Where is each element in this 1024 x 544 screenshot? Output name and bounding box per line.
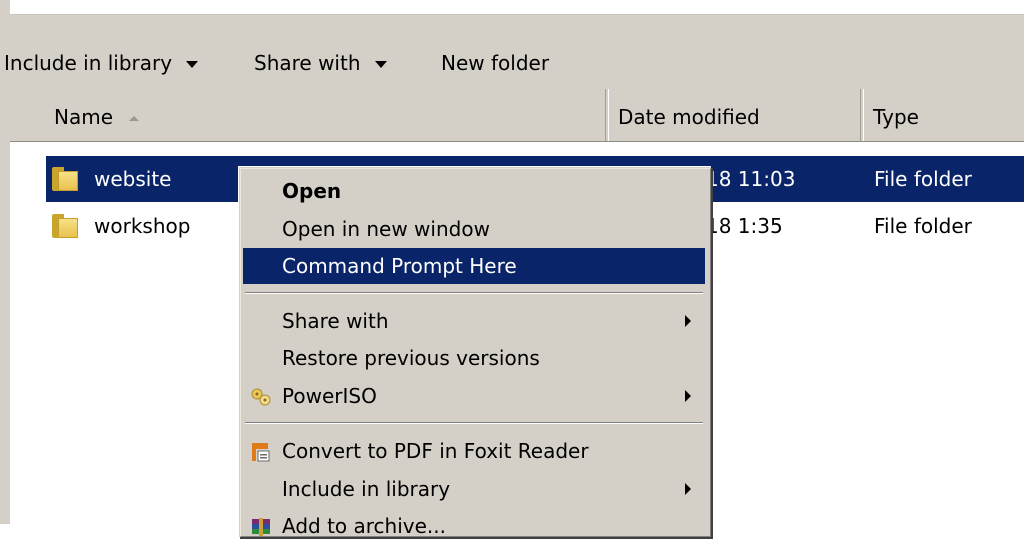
foxit-pdf-icon (252, 443, 270, 462)
menu-item-label: Include in library (282, 477, 451, 501)
new-folder-button[interactable]: New folder (441, 45, 549, 81)
submenu-arrow-icon (685, 390, 691, 402)
menu-item-add-to-archive[interactable]: Add to archive... (243, 508, 705, 544)
dropdown-arrow-icon (374, 61, 387, 68)
menu-item-open-new-window[interactable]: Open in new window (243, 211, 705, 247)
menu-item-label: Command Prompt Here (282, 254, 517, 278)
file-date-modified: 18 1:35 (706, 214, 783, 238)
menu-item-label: Share with (282, 309, 389, 333)
menu-separator (245, 292, 703, 294)
include-in-library-label: Include in library (4, 51, 173, 75)
menu-item-label: Add to archive... (282, 514, 446, 538)
dropdown-arrow-icon (186, 61, 199, 68)
menu-item-label: Open (282, 179, 342, 203)
share-with-button[interactable]: Share with (254, 45, 387, 81)
window-top-edge (0, 0, 1024, 14)
submenu-arrow-icon (685, 483, 691, 495)
command-bar: Include in library Share with New folder (4, 15, 1024, 89)
folder-icon (52, 167, 78, 191)
column-name-label: Name (54, 105, 114, 129)
winrar-archive-icon (252, 518, 270, 536)
menu-item-open[interactable]: Open (243, 173, 705, 209)
file-date-modified: 18 11:03 (706, 167, 796, 191)
menu-separator (245, 422, 703, 424)
column-date-modified[interactable]: Date modified (608, 89, 858, 141)
explorer-window: Include in library Share with New folder… (0, 0, 1024, 538)
menu-item-include-in-library[interactable]: Include in library (243, 471, 705, 507)
menu-item-label: PowerISO (282, 384, 377, 408)
folder-icon (52, 214, 78, 238)
file-type: File folder (874, 214, 972, 238)
menu-item-restore-previous-versions[interactable]: Restore previous versions (243, 340, 705, 376)
menu-item-convert-to-pdf[interactable]: Convert to PDF in Foxit Reader (243, 433, 705, 469)
context-menu: Open Open in new window Command Prompt H… (238, 166, 711, 538)
menu-item-share-with[interactable]: Share with (243, 303, 705, 339)
sort-ascending-icon (129, 116, 140, 121)
column-type-label: Type (873, 105, 919, 129)
column-date-modified-label: Date modified (618, 105, 760, 129)
file-name: workshop (94, 214, 191, 238)
menu-item-label: Restore previous versions (282, 346, 540, 370)
new-folder-label: New folder (441, 51, 550, 75)
menu-item-label: Convert to PDF in Foxit Reader (282, 439, 589, 463)
include-in-library-button[interactable]: Include in library (4, 45, 199, 81)
poweriso-icon (251, 388, 271, 406)
column-type[interactable]: Type (863, 89, 1024, 141)
menu-item-command-prompt-here[interactable]: Command Prompt Here (243, 248, 705, 284)
column-header: Name Date modified Type (10, 89, 1024, 142)
file-type: File folder (874, 167, 972, 191)
file-name: website (94, 167, 172, 191)
menu-item-label: Open in new window (282, 217, 490, 241)
share-with-label: Share with (254, 51, 361, 75)
column-name[interactable]: Name (44, 89, 604, 141)
menu-item-poweriso[interactable]: PowerISO (243, 378, 705, 414)
submenu-arrow-icon (685, 315, 691, 327)
